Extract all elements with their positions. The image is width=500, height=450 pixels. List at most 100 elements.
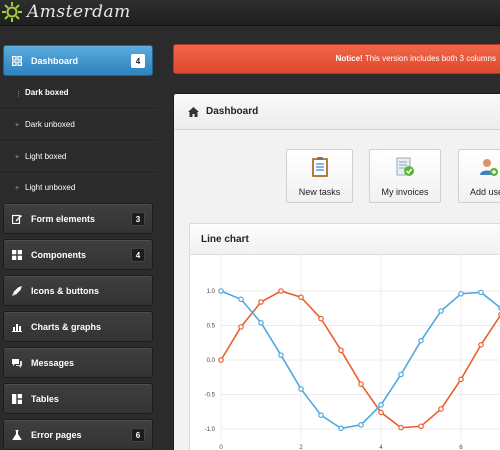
- add-user-icon: [480, 159, 498, 176]
- add-user-button[interactable]: Add use: [458, 149, 500, 203]
- quick-action-label: New tasks: [298, 187, 341, 197]
- data-point: [358, 422, 364, 428]
- data-point: [238, 324, 244, 330]
- data-point: [478, 289, 484, 296]
- submenu-item-label: Light unboxed: [25, 183, 76, 192]
- bar-chart-icon: [12, 323, 22, 332]
- quick-action-label: My invoices: [381, 187, 429, 197]
- count-badge: 4: [131, 247, 145, 262]
- sidebar-item-tables[interactable]: Tables: [3, 383, 153, 414]
- count-badge: 3: [131, 211, 145, 226]
- data-point: [218, 357, 224, 363]
- sidebar-item-label: Charts & graphs: [31, 321, 102, 332]
- top-bar: Amsterdam: [0, 0, 500, 26]
- data-point: [478, 342, 484, 348]
- data-point: [398, 424, 404, 431]
- my-invoices-button[interactable]: My invoices: [369, 149, 441, 203]
- data-point: [278, 288, 284, 294]
- data-point: [318, 315, 324, 322]
- count-badge: 4: [131, 53, 145, 68]
- sidebar-item-label: Components: [31, 249, 86, 260]
- data-point: [458, 376, 464, 383]
- sidebar-item-icons-buttons[interactable]: Icons & buttons: [3, 275, 153, 306]
- grid-icon: [12, 55, 22, 66]
- data-point: [218, 288, 224, 294]
- current-marker-icon: ⋮: [15, 91, 22, 98]
- sidebar: Dashboard 4 ⋮ Dark boxed + Dark unboxed …: [0, 40, 156, 450]
- data-point: [258, 319, 264, 326]
- submenu-item-label: Dark boxed: [25, 88, 69, 97]
- components-icon: [12, 249, 22, 260]
- x-tick-label: 4: [379, 445, 383, 450]
- table-icon: [12, 393, 22, 404]
- submenu-item-label: Light boxed: [25, 152, 67, 161]
- data-point: [378, 409, 384, 416]
- data-point: [418, 337, 424, 344]
- data-point: [358, 381, 364, 387]
- data-point: [278, 352, 284, 358]
- data-point: [298, 386, 304, 392]
- submenu-item-label: Dark unboxed: [25, 120, 75, 129]
- x-tick-label: 6: [459, 445, 463, 450]
- sidebar-item-label: Messages: [31, 357, 75, 368]
- notice-banner: Notice! This version includes both 3 col…: [173, 44, 500, 74]
- submenu-item-dark-unboxed[interactable]: + Dark unboxed: [0, 109, 156, 140]
- panel-header: Dashboard: [174, 94, 500, 130]
- line-chart: 1.0 0.5 0.0 -0.5 -1.0 0 2 4 6: [205, 255, 500, 450]
- data-point: [438, 406, 444, 412]
- data-point: [378, 402, 384, 408]
- data-point: [318, 412, 324, 419]
- sidebar-item-label: Tables: [31, 393, 59, 404]
- y-tick-label: -0.5: [205, 393, 216, 399]
- sidebar-item-error-pages[interactable]: Error pages 6: [3, 419, 153, 450]
- chart-header: Line chart: [190, 224, 500, 255]
- y-tick-label: -1.0: [205, 427, 216, 433]
- sidebar-item-label: Dashboard: [31, 55, 79, 66]
- x-tick-label: 2: [299, 445, 303, 450]
- data-point: [418, 423, 424, 430]
- sun-logo-icon: [2, 2, 22, 22]
- notice-label: Notice!: [335, 54, 363, 63]
- data-point: [458, 290, 464, 297]
- rocket-icon: [12, 285, 22, 296]
- invoice-icon: [396, 157, 414, 176]
- flask-icon: [12, 429, 22, 440]
- x-tick-label: 0: [219, 445, 223, 450]
- submenu-item-light-unboxed[interactable]: + Light unboxed: [0, 172, 156, 203]
- y-tick-label: 0.0: [207, 358, 216, 364]
- sidebar-item-label: Error pages: [31, 429, 82, 440]
- notice-text: This version includes both 3 columns: [362, 54, 496, 63]
- y-tick-label: 0.5: [207, 324, 216, 330]
- submenu-item-dark-boxed[interactable]: ⋮ Dark boxed: [0, 77, 156, 108]
- bullet-icon: +: [15, 185, 20, 192]
- home-icon: [188, 107, 199, 117]
- chat-icon: [12, 358, 22, 368]
- chart-title: Line chart: [201, 234, 249, 245]
- sidebar-item-components[interactable]: Components 4: [3, 239, 153, 270]
- edit-icon: [12, 214, 22, 224]
- submenu-item-light-boxed[interactable]: + Light boxed: [0, 141, 156, 172]
- sidebar-item-label: Icons & buttons: [31, 285, 99, 296]
- clipboard-icon: [311, 157, 328, 177]
- data-point: [338, 347, 344, 354]
- sidebar-item-messages[interactable]: Messages: [3, 347, 153, 378]
- series-line-1: [220, 290, 500, 429]
- app-title: Amsterdam: [27, 2, 131, 22]
- data-point: [298, 294, 304, 301]
- bullet-icon: +: [15, 122, 20, 129]
- page-title: Dashboard: [206, 106, 259, 117]
- data-point: [338, 425, 344, 432]
- sidebar-item-form-elements[interactable]: Form elements 3: [3, 203, 153, 234]
- new-tasks-button[interactable]: New tasks: [286, 149, 353, 203]
- bullet-icon: +: [15, 154, 20, 161]
- sidebar-item-dashboard[interactable]: Dashboard 4: [3, 45, 153, 76]
- quick-action-label: Add use: [470, 187, 500, 197]
- sidebar-item-charts-graphs[interactable]: Charts & graphs: [3, 311, 153, 342]
- data-point: [258, 299, 264, 305]
- count-badge: 6: [131, 427, 145, 442]
- data-point: [438, 308, 444, 314]
- data-point: [398, 371, 404, 378]
- data-point: [238, 296, 244, 303]
- sidebar-item-label: Form elements: [31, 213, 96, 224]
- y-tick-label: 1.0: [207, 289, 216, 295]
